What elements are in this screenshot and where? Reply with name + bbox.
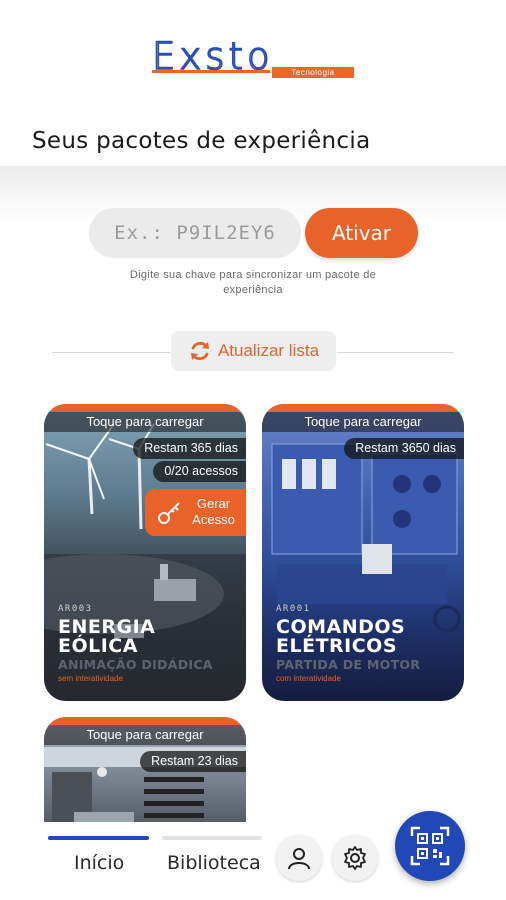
- logo-tagline: Tecnologia: [272, 67, 354, 78]
- person-icon: [288, 848, 310, 870]
- tab-home[interactable]: Início: [74, 852, 124, 874]
- active-tab-indicator: [48, 836, 149, 840]
- card-title-line2: EÓLICA: [58, 635, 138, 657]
- card-subtitle: PARTIDA DE MOTOR: [276, 657, 421, 672]
- activation-hint: Digite sua chave para sincronizar um pac…: [129, 269, 377, 296]
- card-interactivity: sem interatividade: [58, 674, 123, 683]
- package-card-comandos-eletricos[interactable]: Toque para carregar Restam 3650 dias AR0…: [262, 404, 464, 701]
- activation-key-input[interactable]: [89, 208, 301, 258]
- card-title-line2: ELÉTRICOS: [276, 635, 398, 657]
- qr-scan-button[interactable]: [395, 811, 465, 881]
- key-icon: [158, 502, 180, 524]
- brand-logo: Exsto Tecnologia: [151, 35, 354, 84]
- card-tap-label: Toque para carregar: [44, 412, 246, 432]
- card-tap-label: Toque para carregar: [262, 412, 464, 432]
- inactive-tab-indicator: [162, 836, 262, 840]
- divider-right: [337, 352, 454, 353]
- card-subtitle: ANIMAÇÃO DIDÁDICA: [58, 657, 213, 672]
- card-accent-bar: [44, 717, 246, 725]
- profile-button[interactable]: [276, 835, 322, 881]
- card-code: AR001: [276, 604, 311, 614]
- card-accent-bar: [262, 404, 464, 412]
- generate-label-2: Acesso: [192, 512, 235, 527]
- page-title: Seus pacotes de experiência: [32, 128, 371, 154]
- generate-label-1: Gerar: [196, 496, 231, 511]
- activate-button[interactable]: Ativar: [305, 208, 418, 258]
- divider-left: [52, 352, 170, 353]
- card-accent-bar: [44, 404, 246, 412]
- gear-icon: [344, 846, 366, 870]
- card-code: AR003: [58, 604, 93, 614]
- refresh-icon: [190, 341, 209, 361]
- days-remaining-badge: Restam 3650 dias: [344, 438, 464, 459]
- qr-scan-icon: [410, 826, 450, 866]
- logo-underline: [152, 70, 270, 73]
- refresh-label: Atualizar lista: [217, 341, 320, 360]
- settings-button[interactable]: [332, 835, 378, 881]
- tab-library[interactable]: Biblioteca: [167, 852, 261, 874]
- days-remaining-badge: Restam 23 dias: [140, 751, 246, 772]
- days-remaining-badge: Restam 365 dias: [133, 438, 246, 459]
- card-tap-label: Toque para carregar: [44, 725, 246, 745]
- card-interactivity: com interatividade: [276, 674, 341, 683]
- refresh-list-button[interactable]: Atualizar lista: [171, 331, 336, 371]
- package-card-energia-eolica[interactable]: Toque para carregar Restam 365 dias 0/20…: [44, 404, 246, 701]
- access-count-badge: 0/20 acessos: [153, 461, 246, 482]
- logo-wordmark: Exsto: [151, 35, 274, 78]
